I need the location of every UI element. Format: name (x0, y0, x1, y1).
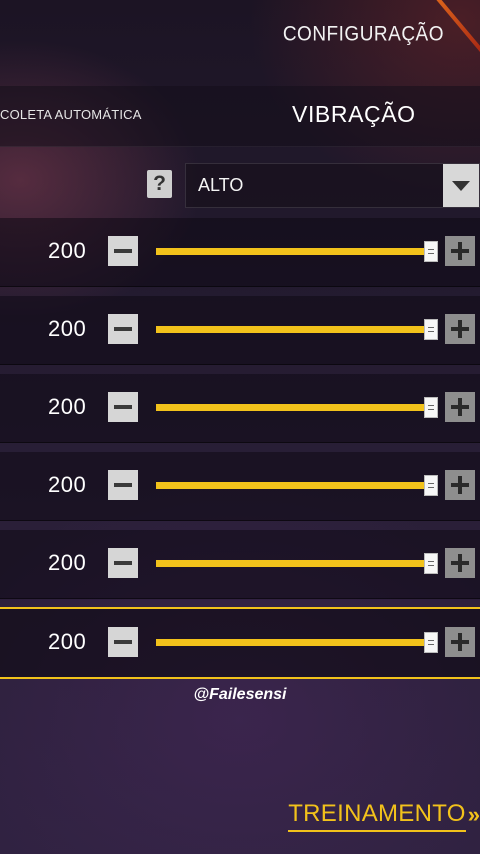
slider-thumb[interactable] (424, 632, 438, 653)
plus-icon[interactable] (445, 236, 475, 266)
slider-thumb[interactable] (424, 475, 438, 496)
slider-track[interactable] (156, 241, 438, 262)
slider-value: 200 (48, 550, 87, 575)
slider-fill (156, 482, 431, 489)
slider-track[interactable] (156, 553, 438, 574)
plus-icon[interactable] (445, 314, 475, 344)
slider-thumb[interactable] (424, 397, 438, 418)
treinamento-label: TREINAMENTO (288, 800, 466, 832)
slider-fill (156, 326, 431, 333)
vibration-mode-row: ? ALTO (0, 150, 480, 218)
slider-thumb[interactable] (424, 319, 438, 340)
slider-thumb[interactable] (424, 241, 438, 262)
slider-value: 200 (48, 316, 87, 341)
slider-fill (156, 639, 431, 646)
tab-coleta-automatica[interactable]: COLETA AUTOMÁTICA (0, 107, 142, 122)
watermark: @Failesensi (193, 686, 287, 703)
minus-icon[interactable] (108, 314, 138, 344)
dropdown-selected-value: ALTO (198, 175, 244, 195)
slider-fill (156, 404, 431, 411)
plus-icon[interactable] (445, 470, 475, 500)
slider-track[interactable] (156, 475, 438, 496)
chevron-down-icon[interactable] (443, 164, 479, 207)
slider-fill (156, 248, 431, 255)
slider-row: 200 (0, 607, 480, 679)
double-arrow-right-icon: » (467, 802, 480, 827)
slider-track[interactable] (156, 319, 438, 340)
slider-row: 200 (0, 452, 480, 521)
plus-icon[interactable] (445, 548, 475, 578)
minus-icon[interactable] (108, 627, 138, 657)
minus-icon[interactable] (108, 392, 138, 422)
slider-thumb[interactable] (424, 553, 438, 574)
slider-row: 200 (0, 530, 480, 599)
slider-value: 200 (48, 238, 87, 263)
slider-track[interactable] (156, 632, 438, 653)
slider-value: 200 (48, 629, 87, 654)
slider-row: 200 (0, 218, 480, 287)
slider-row: 200 (0, 374, 480, 443)
help-icon[interactable]: ? (147, 170, 172, 198)
minus-icon[interactable] (108, 236, 138, 266)
slider-track[interactable] (156, 397, 438, 418)
tab-bar: COLETA AUTOMÁTICA VIBRAÇÃO (0, 86, 480, 147)
slider-fill (156, 560, 431, 567)
plus-icon[interactable] (445, 392, 475, 422)
tab-vibracao[interactable]: VIBRAÇÃO (292, 101, 416, 128)
slider-value: 200 (48, 472, 87, 497)
slider-value: 200 (48, 394, 87, 419)
treinamento-button[interactable]: TREINAMENTO » (288, 800, 480, 836)
page-title: CONFIGURAÇÃO (282, 22, 444, 46)
vibration-mode-dropdown[interactable]: ALTO (185, 163, 480, 208)
minus-icon[interactable] (108, 548, 138, 578)
minus-icon[interactable] (108, 470, 138, 500)
slider-row: 200 (0, 296, 480, 365)
plus-icon[interactable] (445, 627, 475, 657)
